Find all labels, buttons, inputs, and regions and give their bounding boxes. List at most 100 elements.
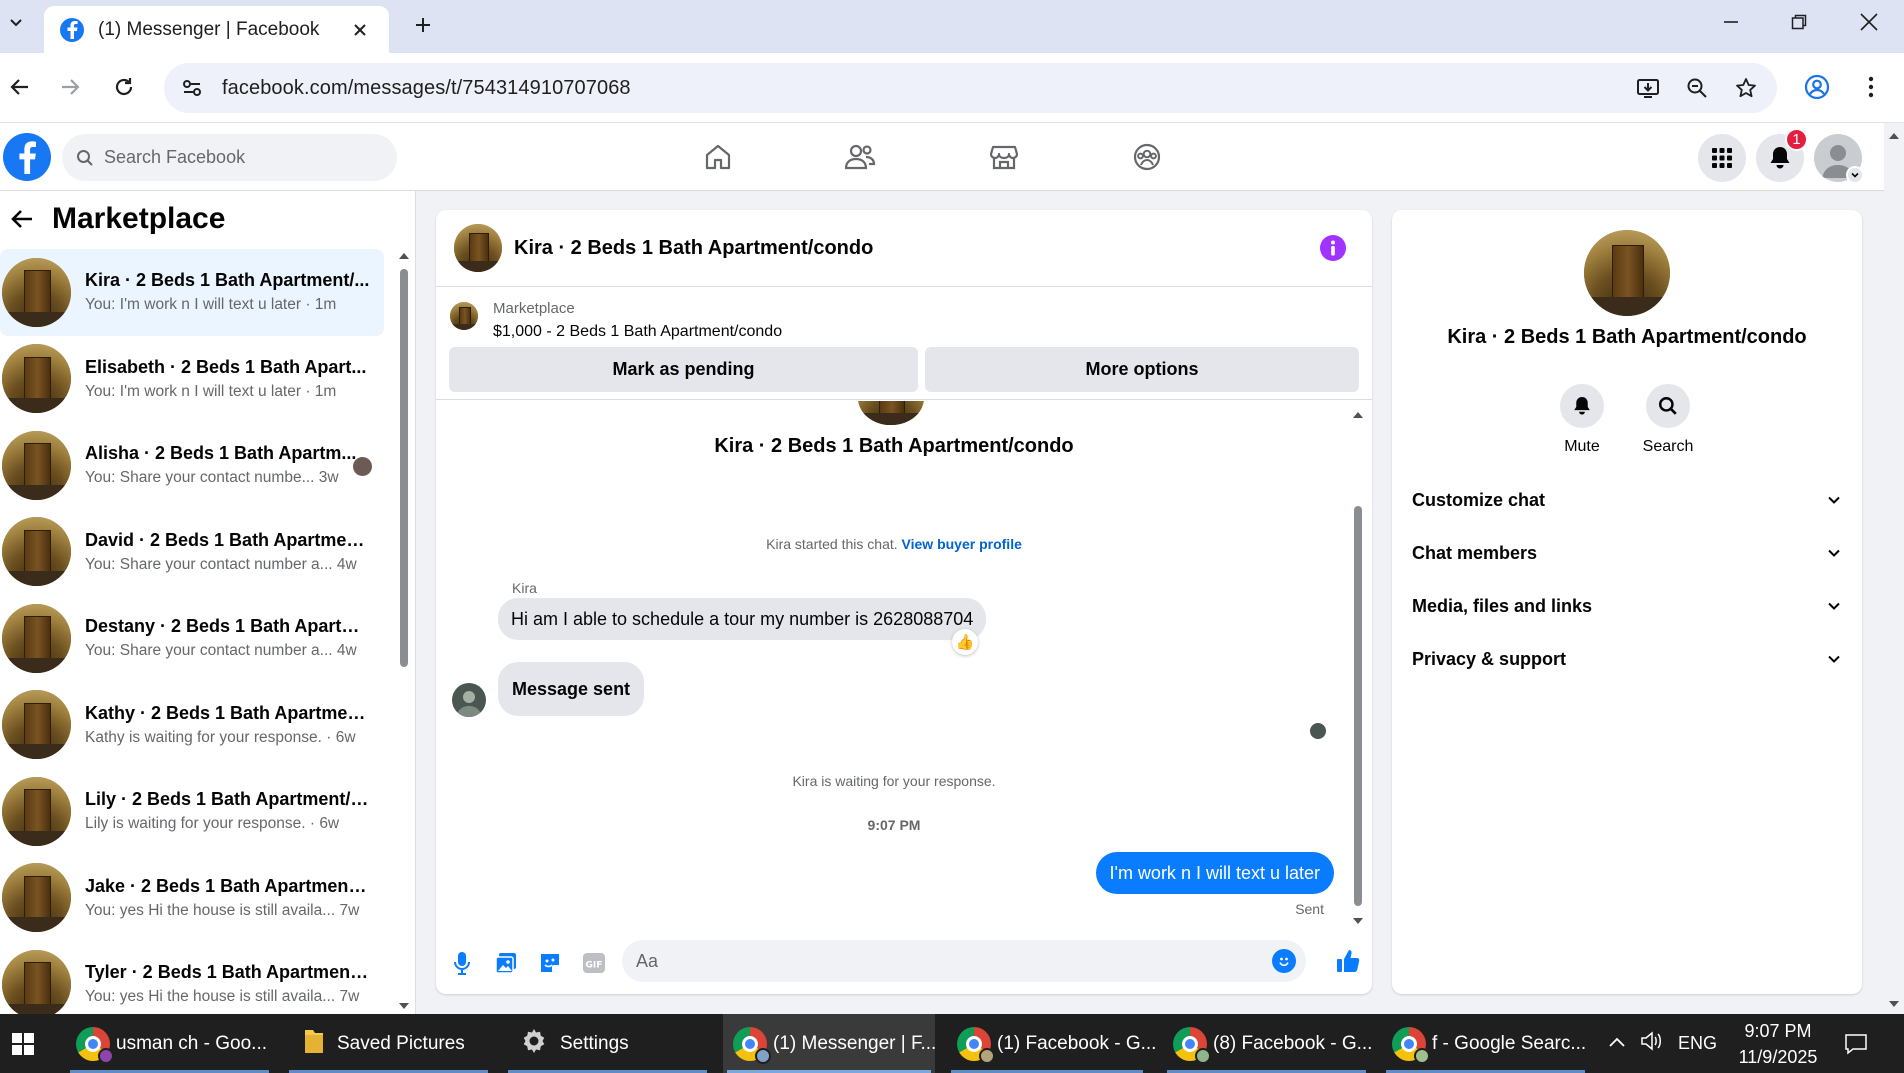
conversation-preview: You: Share your contact number a... 4w bbox=[85, 642, 357, 660]
profile-icon[interactable] bbox=[1797, 67, 1837, 107]
install-app-icon[interactable] bbox=[1628, 68, 1668, 108]
windows-start-icon[interactable] bbox=[0, 1014, 46, 1073]
url-text: facebook.com/messages/t/754314910707068 bbox=[222, 76, 631, 99]
show-hidden-icons-chevron-up-icon[interactable] bbox=[1608, 1035, 1626, 1053]
chat-scrollbar-thumb[interactable] bbox=[1354, 506, 1362, 906]
address-bar[interactable]: facebook.com/messages/t/754314910707068 bbox=[164, 63, 1777, 113]
page-scroll-up-icon[interactable] bbox=[1886, 128, 1902, 144]
chat-members-section[interactable]: Chat members bbox=[1412, 533, 1842, 573]
facebook-logo-icon[interactable] bbox=[3, 133, 51, 181]
thread-intro-title: Kira · 2 Beds 1 Bath Apartment/condo bbox=[714, 435, 1074, 457]
notification-center-icon[interactable] bbox=[1840, 1028, 1872, 1060]
back-arrow-icon[interactable] bbox=[2, 199, 42, 239]
site-info-icon[interactable] bbox=[172, 68, 212, 108]
conversation-item[interactable]: Elisabeth · 2 Beds 1 Bath Apart... You: I… bbox=[0, 336, 384, 423]
sent-status: Sent bbox=[1295, 901, 1324, 917]
zoom-icon[interactable] bbox=[1677, 68, 1717, 108]
chat-scrollbar[interactable] bbox=[1350, 410, 1366, 926]
photo-icon[interactable] bbox=[484, 941, 528, 985]
outgoing-message-bubble[interactable]: I'm work n I will text u later bbox=[1095, 852, 1334, 894]
back-icon[interactable] bbox=[0, 67, 40, 107]
mark-as-pending-button[interactable]: Mark as pending bbox=[449, 347, 918, 392]
marketplace-icon[interactable] bbox=[974, 137, 1034, 177]
facebook-header: Search Facebook 1 bbox=[0, 123, 1884, 191]
taskbar-item-facebook-1[interactable]: (1) Facebook - G... bbox=[947, 1014, 1156, 1073]
chat-avatar[interactable] bbox=[454, 224, 502, 272]
chrome-icon bbox=[1392, 1026, 1430, 1064]
conversation-item[interactable]: David · 2 Beds 1 Bath Apartmen... You: Sh… bbox=[0, 509, 384, 596]
close-window-icon[interactable] bbox=[1836, 0, 1902, 44]
sidebar-scrollbar-thumb[interactable] bbox=[400, 269, 408, 667]
conversation-item[interactable]: Destany · 2 Beds 1 Bath Apartm... You: Sh… bbox=[0, 595, 384, 682]
conversation-item[interactable]: Alisha · 2 Beds 1 Bath Apartm... You: Sha… bbox=[0, 422, 384, 509]
taskbar-label: Saved Pictures bbox=[337, 1032, 465, 1054]
bookmark-star-icon[interactable] bbox=[1726, 68, 1766, 108]
conversation-item[interactable]: Kira · 2 Beds 1 Bath Apartment/... You: I… bbox=[0, 249, 384, 336]
taskbar-item-settings[interactable]: Settings bbox=[504, 1014, 711, 1073]
section-label: Media, files and links bbox=[1412, 595, 1593, 616]
language-indicator[interactable]: ENG bbox=[1678, 1033, 1717, 1054]
new-tab-icon[interactable] bbox=[408, 10, 438, 40]
tab-search-dropdown-icon[interactable] bbox=[0, 6, 32, 38]
forward-icon[interactable] bbox=[50, 67, 90, 107]
chat-started-notice: Kira started this chat. View buyer profi… bbox=[436, 536, 1352, 552]
mute-button[interactable]: Mute bbox=[1542, 384, 1622, 456]
menu-grid-icon[interactable] bbox=[1698, 134, 1746, 182]
listing-thumbnail bbox=[2, 257, 71, 327]
thumbs-up-send-icon[interactable] bbox=[1328, 941, 1368, 981]
details-avatar[interactable] bbox=[1584, 230, 1670, 316]
friends-icon[interactable] bbox=[830, 137, 890, 177]
listing-thumbnail bbox=[2, 517, 71, 587]
browser-tab-bar: (1) Messenger | Facebook bbox=[0, 0, 1904, 53]
customize-chat-section[interactable]: Customize chat bbox=[1412, 480, 1842, 520]
info-icon[interactable] bbox=[1320, 235, 1346, 261]
incoming-message-bubble[interactable]: Message sent bbox=[498, 662, 645, 716]
conversation-item[interactable]: Tyler · 2 Beds 1 Bath Apartment... You: y… bbox=[0, 941, 384, 1014]
system-clock[interactable]: 9:07 PM 11/9/2025 bbox=[1722, 1018, 1834, 1070]
sidebar-scrollbar[interactable] bbox=[398, 251, 410, 1011]
home-icon[interactable] bbox=[688, 137, 748, 177]
listing-thumbnail bbox=[2, 344, 71, 414]
thumbs-up-reaction-icon[interactable]: 👍 bbox=[952, 629, 978, 655]
search-conversation-button[interactable]: Search bbox=[1628, 384, 1708, 456]
taskbar-item-facebook-8[interactable]: (8) Facebook - G... bbox=[1163, 1014, 1372, 1073]
chat-header: Kira · 2 Beds 1 Bath Apartment/condo bbox=[436, 210, 1372, 287]
details-name: Kira · 2 Beds 1 Bath Apartment/condo bbox=[1447, 326, 1807, 348]
restore-icon[interactable] bbox=[1766, 0, 1832, 44]
media-files-links-section[interactable]: Media, files and links bbox=[1412, 586, 1842, 626]
emoji-icon[interactable] bbox=[1272, 949, 1296, 973]
conversation-item[interactable]: Kathy · 2 Beds 1 Bath Apartmen... Kathy i… bbox=[0, 682, 384, 769]
groups-icon[interactable] bbox=[1117, 137, 1177, 177]
message-placeholder: Aa bbox=[636, 950, 659, 971]
sender-avatar[interactable] bbox=[452, 683, 486, 717]
conversation-name: David · 2 Beds 1 Bath Apartmen... bbox=[85, 529, 370, 550]
message-input[interactable]: Aa bbox=[622, 940, 1306, 982]
taskbar-item-chrome-usman[interactable]: usman ch - Goo... bbox=[66, 1014, 273, 1073]
conversation-item[interactable]: Lily · 2 Beds 1 Bath Apartment/c... Lily … bbox=[0, 768, 384, 855]
facebook-search-input[interactable]: Search Facebook bbox=[62, 134, 397, 181]
more-options-button[interactable]: More options bbox=[925, 347, 1359, 392]
minimize-icon[interactable] bbox=[1698, 0, 1764, 44]
account-chevron-down-icon[interactable] bbox=[1846, 166, 1864, 184]
chat-title[interactable]: Kira · 2 Beds 1 Bath Apartment/condo bbox=[514, 237, 873, 260]
taskbar-item-messenger[interactable]: (1) Messenger | F... bbox=[723, 1014, 936, 1073]
privacy-support-section[interactable]: Privacy & support bbox=[1412, 639, 1842, 679]
taskbar-item-google-search[interactable]: f - Google Searc... bbox=[1382, 1014, 1589, 1073]
volume-icon[interactable] bbox=[1640, 1030, 1664, 1057]
reload-icon[interactable] bbox=[104, 67, 144, 107]
listing-thumbnail[interactable] bbox=[450, 302, 478, 330]
listing-price-title[interactable]: $1,000 - 2 Beds 1 Bath Apartment/condo bbox=[493, 323, 782, 341]
close-tab-icon[interactable] bbox=[347, 17, 373, 43]
incoming-message-bubble[interactable]: Hi am I able to schedule a tour my numbe… bbox=[498, 598, 987, 640]
sender-name: Kira bbox=[512, 580, 537, 596]
menu-kebab-icon[interactable] bbox=[1851, 67, 1891, 107]
browser-tab-messenger[interactable]: (1) Messenger | Facebook bbox=[44, 6, 389, 53]
microphone-icon[interactable] bbox=[440, 941, 484, 985]
conversation-item[interactable]: Jake · 2 Beds 1 Bath Apartment/... You: y… bbox=[0, 855, 384, 942]
sticker-icon[interactable] bbox=[528, 941, 572, 985]
conversation-details-panel: Kira · 2 Beds 1 Bath Apartment/condo Mut… bbox=[1392, 210, 1862, 994]
gif-icon[interactable]: GIF bbox=[572, 941, 616, 985]
taskbar-item-saved-pictures[interactable]: Saved Pictures bbox=[285, 1014, 492, 1073]
view-buyer-profile-link[interactable]: View buyer profile bbox=[902, 536, 1022, 552]
page-scroll-down-icon[interactable] bbox=[1886, 996, 1902, 1012]
